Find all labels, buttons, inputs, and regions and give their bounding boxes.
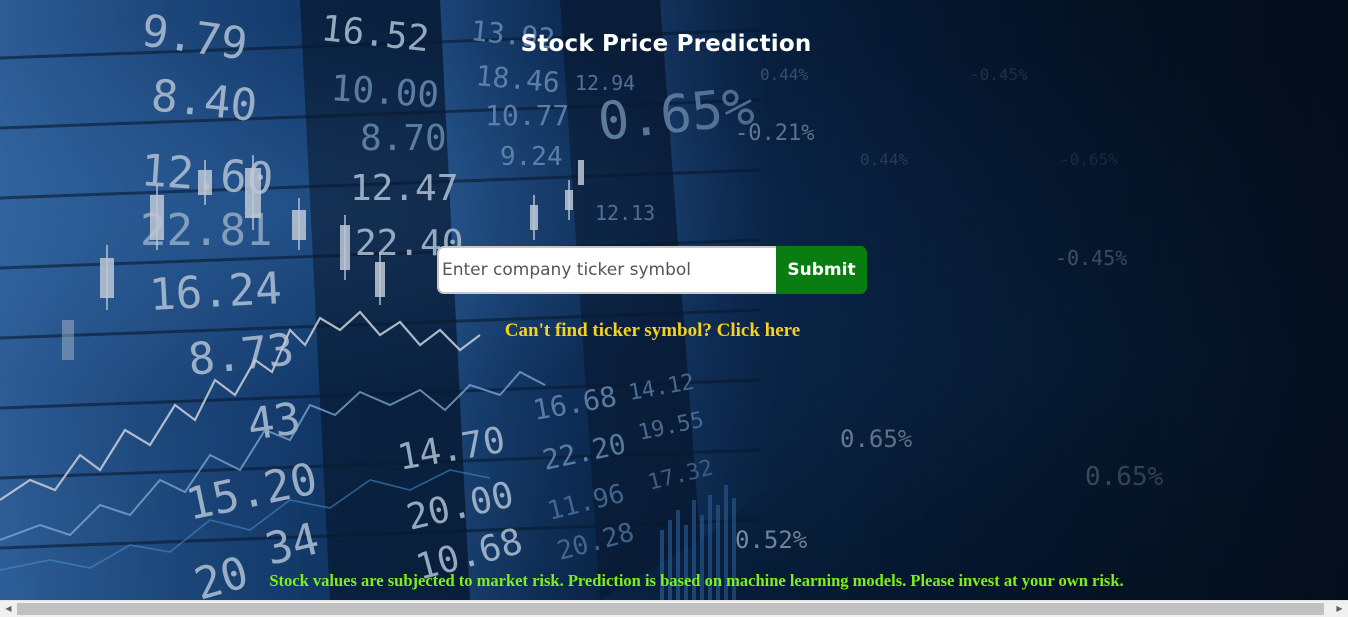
page-title: Stock Price Prediction xyxy=(520,31,812,58)
ticker-help-link[interactable]: Can't find ticker symbol? Click here xyxy=(0,320,1305,342)
risk-disclaimer: Stock values are subjected to market ris… xyxy=(269,571,1124,590)
horizontal-scrollbar[interactable]: ◀ ▶ xyxy=(0,600,1348,617)
scroll-left-arrow-icon[interactable]: ◀ xyxy=(0,601,17,617)
stock-board-graphic: 9.79 8.40 12.60 22.81 16.24 8.73 43 15.2… xyxy=(0,0,1348,600)
ticker-search-form: Submit xyxy=(437,246,867,294)
submit-button[interactable]: Submit xyxy=(776,246,867,294)
background-image: 9.79 8.40 12.60 22.81 16.24 8.73 43 15.2… xyxy=(0,0,1348,600)
scrollbar-thumb[interactable] xyxy=(17,603,1324,615)
ticker-symbol-input[interactable] xyxy=(437,246,776,294)
scroll-right-arrow-icon[interactable]: ▶ xyxy=(1331,601,1348,617)
